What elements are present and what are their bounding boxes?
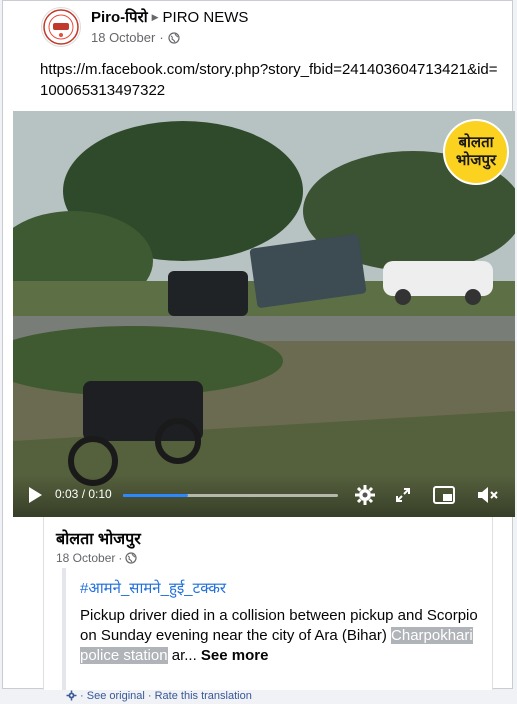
triangle-right-icon: ▶ xyxy=(151,12,159,22)
shared-post: बोलता भोजपुर 18 October · #आमने_सामने_हुई… xyxy=(43,517,493,702)
post-link[interactable]: https://m.facebook.com/story.php?story_f… xyxy=(40,59,500,101)
fullscreen-icon[interactable] xyxy=(395,487,411,508)
video-frame xyxy=(13,111,515,517)
video-controls: 0:03 / 0:10 xyxy=(13,475,515,517)
play-icon[interactable] xyxy=(27,486,43,509)
post-card: Piro-पिरो ▶ PIRO NEWS 18 October · https://… xyxy=(2,0,515,702)
gear-icon xyxy=(66,690,77,704)
shared-post-body: #आमने_सामने_हुई_टक्कर Pickup driver died… xyxy=(62,568,492,702)
translation-separator: · xyxy=(144,690,155,702)
post-text: Pickup driver died in a collision betwee… xyxy=(80,606,480,666)
globe-icon xyxy=(168,32,180,47)
mute-icon[interactable] xyxy=(476,486,500,509)
post-text-tail: ar... xyxy=(167,647,197,664)
post-date[interactable]: 18 October xyxy=(91,30,155,45)
badge-line-2: भोजपुर xyxy=(455,152,497,169)
post-meta: 18 October · xyxy=(91,30,180,47)
translation-bar: · See original · Rate this translation xyxy=(66,690,252,704)
shared-date[interactable]: 18 October xyxy=(56,551,115,565)
video-time: 0:03 / 0:10 xyxy=(55,487,112,501)
post-author-line: Piro-पिरो ▶ PIRO NEWS xyxy=(91,7,248,27)
page-avatar[interactable] xyxy=(41,7,81,47)
post-author[interactable]: Piro-पिरो xyxy=(91,9,148,26)
rate-translation-link[interactable]: Rate this translation xyxy=(155,690,252,702)
globe-icon xyxy=(125,552,137,567)
post-header: Piro-पिरो ▶ PIRO NEWS 18 October · xyxy=(41,5,481,51)
see-more-link[interactable]: See more xyxy=(197,647,269,664)
video-progress-bar[interactable] xyxy=(123,494,338,497)
page-name[interactable]: PIRO NEWS xyxy=(163,9,249,26)
badge-line-1: बोलता xyxy=(458,134,494,151)
video-player[interactable]: बोलता भोजपुर 0:03 / 0:10 xyxy=(13,111,515,517)
translation-separator-start: · xyxy=(80,690,84,702)
meta-separator: · xyxy=(159,30,164,45)
video-progress-fill xyxy=(123,494,188,497)
channel-badge: बोलता भोजपुर xyxy=(443,119,509,185)
settings-icon[interactable] xyxy=(354,484,376,511)
picture-in-picture-icon[interactable] xyxy=(433,486,455,509)
see-original-link[interactable]: See original xyxy=(87,690,145,702)
hashtag-link[interactable]: #आमने_सामने_हुई_टक्कर xyxy=(80,578,226,598)
shared-author[interactable]: बोलता भोजपुर xyxy=(56,527,141,549)
shared-meta-separator: · xyxy=(118,551,123,565)
shared-meta: 18 October · xyxy=(56,551,137,567)
